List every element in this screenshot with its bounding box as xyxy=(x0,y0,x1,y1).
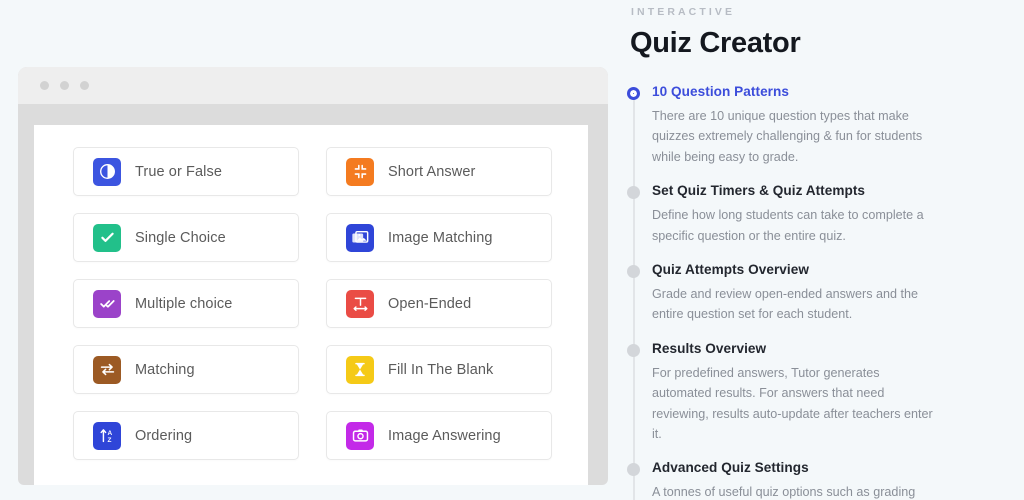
step-dot-icon[interactable] xyxy=(627,463,640,477)
question-type-label: Image Matching xyxy=(388,229,493,246)
compress-arrows-icon xyxy=(346,157,374,186)
question-type-item[interactable]: Open-Ended xyxy=(326,279,552,328)
feature-item[interactable]: Advanced Quiz Settings A tonnes of useful… xyxy=(627,460,1024,500)
feature-title: Results Overview xyxy=(652,340,767,356)
feature-title: Quiz Attempts Overview xyxy=(652,261,809,277)
eyebrow-label: INTERACTIVE xyxy=(631,6,736,18)
mock-browser-window: True or False Short Answer Single Choice Im… xyxy=(18,67,608,485)
feature-description: A tonnes of useful quiz options such as … xyxy=(652,485,916,500)
feature-description: There are 10 unique question types that … xyxy=(652,109,923,164)
question-type-item[interactable]: Fill In The Blank xyxy=(326,345,552,394)
mock-window-body: True or False Short Answer Single Choice Im… xyxy=(18,104,608,485)
feature-description: Grade and review open-ended answers and … xyxy=(652,286,919,322)
step-dot-icon[interactable] xyxy=(627,343,640,357)
question-type-item[interactable]: Image Answering xyxy=(326,411,552,460)
feature-title: Advanced Quiz Settings xyxy=(652,460,809,476)
minimize-dot-icon[interactable] xyxy=(60,81,69,90)
photo-stack-icon xyxy=(346,223,374,252)
exchange-arrows-icon xyxy=(93,355,121,384)
feature-title: 10 Question Patterns xyxy=(652,84,789,99)
mock-window-titlebar xyxy=(18,67,608,104)
question-type-item[interactable]: True or False xyxy=(73,147,299,196)
question-type-item[interactable]: Multiple choice xyxy=(73,279,299,328)
sort-alpha-up-icon: AZ xyxy=(93,421,121,450)
checkmark-icon xyxy=(93,223,121,252)
question-type-item[interactable]: A Z Ordering xyxy=(73,411,299,460)
question-type-label: Multiple choice xyxy=(135,295,233,312)
question-type-label: Matching xyxy=(135,361,195,378)
step-dot-icon[interactable] xyxy=(627,264,640,278)
text-width-icon xyxy=(346,289,374,318)
svg-text:A: A xyxy=(107,430,112,437)
question-type-label: True or False xyxy=(135,163,222,180)
close-dot-icon[interactable] xyxy=(40,81,49,90)
step-dot-icon[interactable] xyxy=(627,186,640,200)
feature-timeline: 10 Question Patterns There are 10 unique … xyxy=(627,84,1024,500)
feature-title: Set Quiz Timers & Quiz Attempts xyxy=(652,183,866,199)
feature-item[interactable]: Results Overview For predefined answers, … xyxy=(627,340,1024,445)
feature-list: 10 Question Patterns There are 10 unique … xyxy=(627,84,1024,500)
question-type-item[interactable]: Short Answer xyxy=(326,147,552,196)
question-type-item[interactable]: Single Choice xyxy=(73,213,299,262)
question-type-item[interactable]: Matching xyxy=(73,345,299,394)
hourglass-icon xyxy=(346,355,374,384)
question-type-label: Open-Ended xyxy=(388,295,472,312)
feature-panel: INTERACTIVE Quiz Creator 10 Question Pat… xyxy=(627,0,1024,500)
feature-description: For predefined answers, Tutor generates … xyxy=(652,365,933,441)
maximize-dot-icon[interactable] xyxy=(80,81,89,90)
question-type-label: Ordering xyxy=(135,427,193,444)
double-check-icon xyxy=(93,289,121,318)
question-type-label: Image Answering xyxy=(388,427,501,444)
question-type-label: Single Choice xyxy=(135,229,226,246)
svg-text:Z: Z xyxy=(107,437,111,444)
camera-icon xyxy=(346,421,374,450)
question-type-label: Fill In The Blank xyxy=(388,361,494,378)
contrast-circle-icon xyxy=(93,157,121,186)
question-type-label: Short Answer xyxy=(388,163,476,180)
feature-item[interactable]: 10 Question Patterns There are 10 unique … xyxy=(627,84,1024,167)
feature-item[interactable]: Set Quiz Timers & Quiz Attempts Define ho… xyxy=(627,183,1024,246)
feature-item[interactable]: Quiz Attempts Overview Grade and review o… xyxy=(627,261,1024,325)
question-type-panel: True or False Short Answer Single Choice Im… xyxy=(34,125,588,485)
page-root: True or False Short Answer Single Choice Im… xyxy=(0,0,1024,500)
feature-description: Define how long students can take to com… xyxy=(652,208,924,243)
question-type-grid: True or False Short Answer Single Choice Im… xyxy=(73,147,552,460)
question-type-item[interactable]: Image Matching xyxy=(326,213,552,262)
page-title: Quiz Creator xyxy=(630,27,801,59)
active-step-dot-icon[interactable] xyxy=(627,87,640,100)
